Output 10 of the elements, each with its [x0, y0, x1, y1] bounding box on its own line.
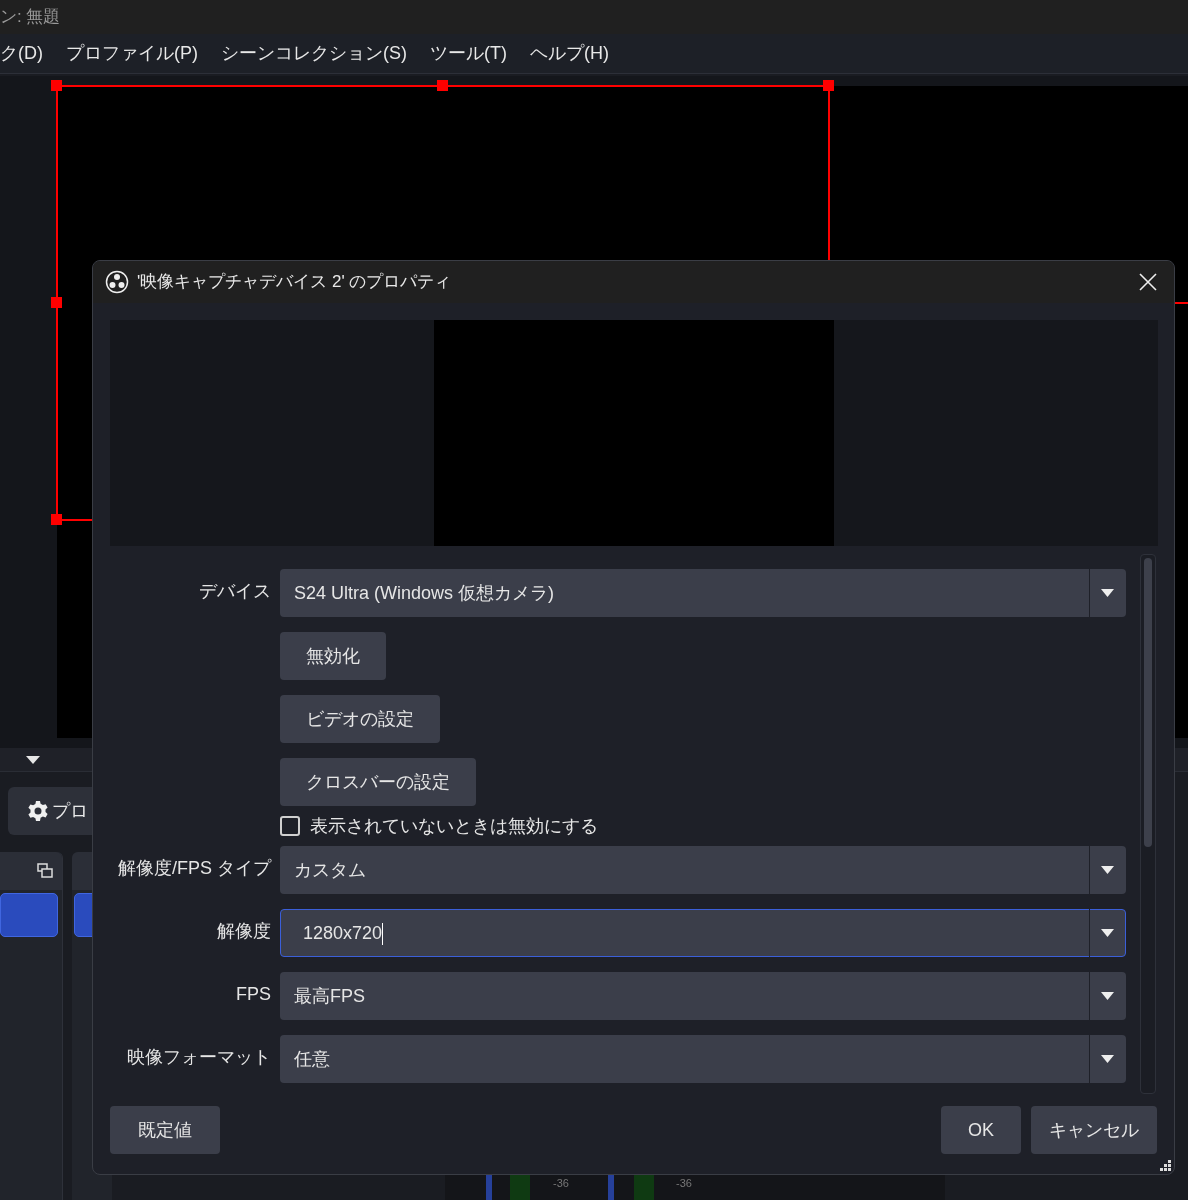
- meter-scale-label: -36: [676, 1176, 692, 1191]
- meter-scale-label: -36: [553, 1176, 569, 1191]
- checkbox-label: 表示されていないときは無効にする: [310, 814, 598, 838]
- field-label: デバイス: [199, 580, 271, 603]
- field-label: FPS: [236, 983, 271, 1006]
- field-label: 解像度: [217, 920, 271, 943]
- dialog-title: '映像キャプチャデバイス 2' のプロパティ: [137, 271, 452, 294]
- field-label: 映像フォーマット: [127, 1046, 271, 1069]
- field-label: 解像度/FPS タイプ: [118, 857, 271, 880]
- window-title: ン: 無題: [0, 6, 61, 29]
